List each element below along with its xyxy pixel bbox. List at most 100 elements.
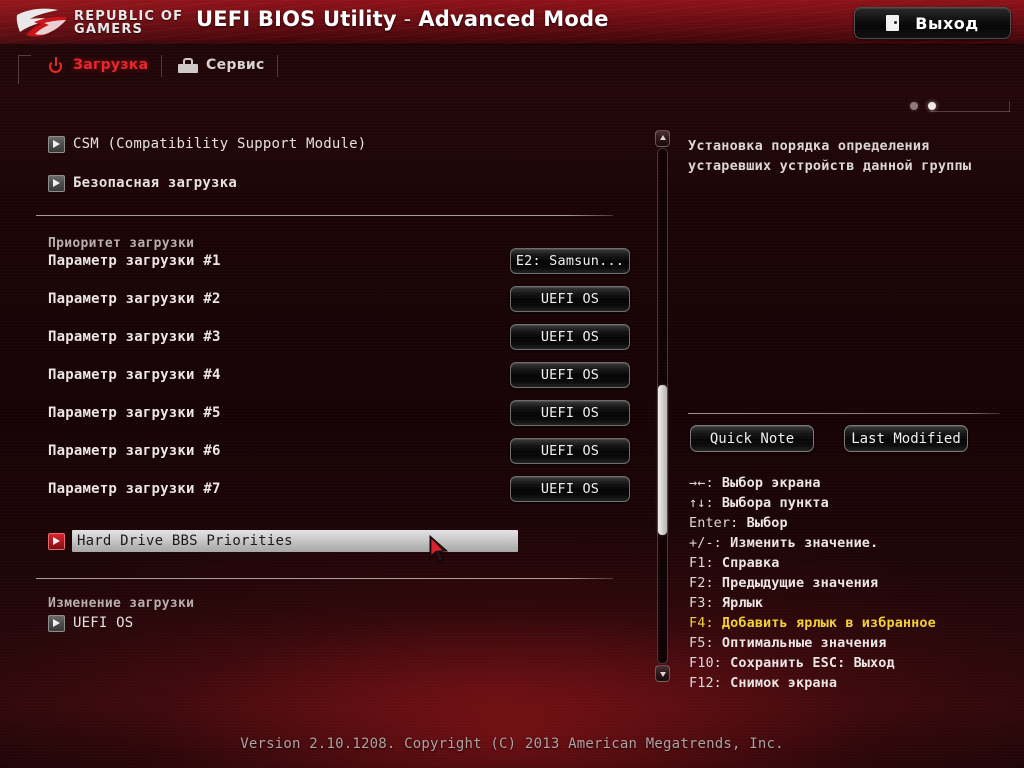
- exit-button-label: Выход: [915, 13, 979, 33]
- divider-bottom: [36, 578, 613, 579]
- shortcut-desc: Сохранить ESC: Выход: [730, 655, 895, 671]
- shortcut-item: F10: Сохранить ESC: Выход: [689, 653, 1004, 673]
- boot-option-value-button[interactable]: UEFI OS: [510, 400, 630, 426]
- page-title: UEFI BIOS Utility - Advanced Mode: [196, 7, 609, 31]
- boot-option-value: UEFI OS: [540, 291, 600, 307]
- shortcut-item: →←: Выбор экрана: [689, 473, 1004, 493]
- shortcut-key: +/-:: [689, 535, 722, 551]
- bios-screen: REPUBLIC OF GAMERS UEFI BIOS Utility - A…: [0, 0, 1024, 768]
- help-panel-divider: [688, 413, 1000, 414]
- boot-option-value-button[interactable]: UEFI OS: [510, 476, 630, 502]
- submenu-hard-drive-bbs-label: Hard Drive BBS Priorities: [77, 533, 293, 549]
- shortcut-desc: Выбора пункта: [721, 495, 829, 511]
- boot-option-value: UEFI OS: [540, 329, 600, 345]
- boot-option-row-6[interactable]: Параметр загрузки #6 UEFI OS: [48, 436, 630, 466]
- shortcut-item: F5: Оптимальные значения: [689, 633, 1004, 653]
- shortcut-desc: Выбор: [746, 515, 788, 531]
- boot-option-label: Параметр загрузки #2: [48, 291, 221, 307]
- exit-door-icon: [886, 15, 900, 31]
- shortcut-key: F5:: [689, 635, 714, 651]
- submenu-csm-label: CSM (Compatibility Support Module): [73, 136, 367, 152]
- main-content-panel: CSM (Compatibility Support Module) Безоп…: [20, 88, 655, 688]
- shortcut-item: +/-: Изменить значение.: [689, 533, 1004, 553]
- shortcut-desc: Справка: [721, 555, 780, 571]
- shortcut-key: F2:: [689, 575, 714, 591]
- help-line-1: Установка порядка определения: [688, 138, 930, 154]
- shortcut-key: Enter:: [689, 515, 739, 531]
- tab-frame-decoration: [18, 55, 31, 84]
- tab-bar: Загрузка Сервис: [0, 45, 1024, 112]
- boot-option-row-1[interactable]: Параметр загрузки #1 E2: Samsun...: [48, 246, 630, 276]
- submenu-secure-boot[interactable]: Безопасная загрузка: [48, 173, 237, 193]
- title-dash: -: [396, 7, 419, 31]
- power-icon: [48, 56, 65, 74]
- boot-option-row-5[interactable]: Параметр загрузки #5 UEFI OS: [48, 398, 630, 428]
- shortcut-key: →←:: [689, 475, 714, 491]
- tab-separator-1: [161, 55, 162, 77]
- quick-note-button[interactable]: Quick Note: [690, 425, 814, 452]
- toolbox-icon: [178, 57, 198, 73]
- tab-tool[interactable]: Сервис: [178, 53, 265, 77]
- shortcut-desc: Добавить ярлык в избранное: [721, 615, 936, 631]
- boot-option-row-3[interactable]: Параметр загрузки #3 UEFI OS: [48, 322, 630, 352]
- shortcut-key: F3:: [689, 595, 714, 611]
- shortcut-desc: Предыдущие значения: [721, 575, 879, 591]
- boot-option-label: Параметр загрузки #4: [48, 367, 221, 383]
- quick-note-label: Quick Note: [709, 430, 795, 447]
- boot-option-value: UEFI OS: [540, 481, 600, 497]
- help-description: Установка порядка определения устаревших…: [688, 136, 1000, 176]
- boot-option-row-2[interactable]: Параметр загрузки #2 UEFI OS: [48, 284, 630, 314]
- scrollbar-up-arrow-icon[interactable]: [655, 130, 670, 147]
- shortcut-item: F12: Снимок экрана: [689, 673, 1004, 693]
- last-modified-button[interactable]: Last Modified: [844, 425, 968, 452]
- header-bar: REPUBLIC OF GAMERS UEFI BIOS Utility - A…: [0, 0, 1024, 45]
- divider-top: [36, 215, 613, 216]
- shortcut-item: Enter: Выбор: [689, 513, 1004, 533]
- boot-option-value-button[interactable]: UEFI OS: [510, 286, 630, 312]
- boot-option-label: Параметр загрузки #6: [48, 443, 221, 459]
- boot-override-caption: Изменение загрузки: [48, 596, 195, 611]
- exit-button[interactable]: Выход: [854, 7, 1011, 39]
- main-scrollbar[interactable]: [655, 130, 670, 682]
- boot-option-value-button[interactable]: E2: Samsun...: [510, 248, 630, 274]
- tab-separator-2: [277, 55, 278, 77]
- shortcut-desc: Снимок экрана: [730, 675, 838, 691]
- footer-copyright: Version 2.10.1208. Copyright (C) 2013 Am…: [240, 736, 784, 752]
- shortcut-key: F4:: [689, 615, 714, 631]
- boot-option-value-button[interactable]: UEFI OS: [510, 438, 630, 464]
- shortcut-key: F12:: [689, 675, 722, 691]
- shortcut-desc: Оптимальные значения: [721, 635, 887, 651]
- shortcut-item-highlighted: F4: Добавить ярлык в избранное: [689, 613, 1004, 633]
- boot-override-item-uefi-os[interactable]: UEFI OS: [48, 613, 133, 633]
- shortcut-desc: Выбор экрана: [721, 475, 821, 491]
- tab-boot[interactable]: Загрузка: [48, 53, 148, 77]
- boot-option-value-button[interactable]: UEFI OS: [510, 324, 630, 350]
- boot-option-value: E2: Samsun...: [515, 253, 625, 269]
- scrollbar-down-arrow-icon[interactable]: [655, 665, 670, 682]
- submenu-csm[interactable]: CSM (Compatibility Support Module): [48, 134, 366, 154]
- tabbar-rule-vertical: [1009, 101, 1010, 112]
- scrollbar-thumb[interactable]: [658, 385, 667, 535]
- boot-option-value: UEFI OS: [540, 405, 600, 421]
- last-modified-label: Last Modified: [851, 430, 961, 447]
- boot-option-value-button[interactable]: UEFI OS: [510, 362, 630, 388]
- shortcut-key: F10:: [689, 655, 722, 671]
- submenu-arrow-icon: [48, 174, 65, 192]
- boot-option-row-7[interactable]: Параметр загрузки #7 UEFI OS: [48, 474, 630, 504]
- keyboard-shortcuts-list: →←: Выбор экрана ↑↓: Выбора пункта Enter…: [689, 473, 1004, 693]
- boot-option-row-4[interactable]: Параметр загрузки #4 UEFI OS: [48, 360, 630, 390]
- boot-option-label: Параметр загрузки #1: [48, 253, 221, 269]
- rog-logo: REPUBLIC OF GAMERS: [14, 5, 189, 41]
- shortcut-item: F1: Справка: [689, 553, 1004, 573]
- boot-option-label: Параметр загрузки #3: [48, 329, 221, 345]
- help-line-2: устаревших устройств данной группы: [688, 158, 972, 174]
- shortcut-key: ↑↓:: [689, 495, 714, 511]
- boot-option-label: Параметр загрузки #5: [48, 405, 221, 421]
- help-panel: Установка порядка определения устаревших…: [678, 88, 1006, 691]
- tab-boot-label: Загрузка: [73, 57, 149, 73]
- submenu-hard-drive-bbs-priorities[interactable]: Hard Drive BBS Priorities: [48, 530, 518, 552]
- boot-override-item-label: UEFI OS: [73, 615, 134, 631]
- shortcut-desc: Изменить значение.: [730, 535, 879, 551]
- boot-option-label: Параметр загрузки #7: [48, 481, 221, 497]
- rog-line-2: GAMERS: [74, 22, 144, 37]
